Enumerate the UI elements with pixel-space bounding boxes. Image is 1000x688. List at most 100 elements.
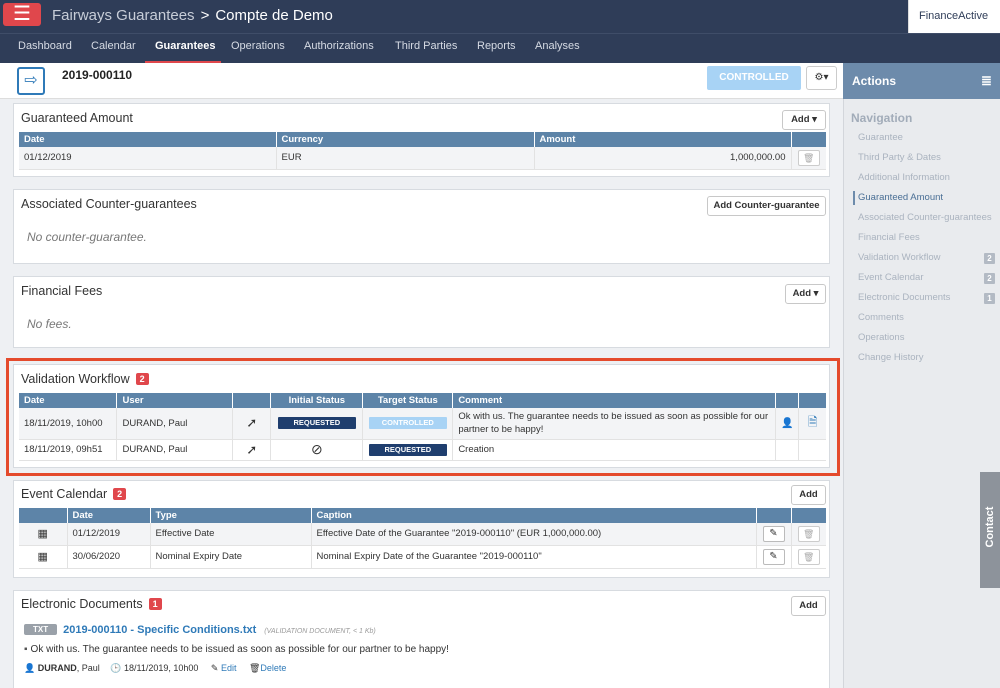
financial-fees-title: Financial Fees: [21, 284, 103, 298]
add-counter-guarantee-button[interactable]: Add Counter-guarantee: [707, 196, 826, 216]
financeactive-logo[interactable]: FinanceActive: [908, 0, 1000, 33]
sidebar-item-guarantee[interactable]: Guarantee: [858, 132, 903, 143]
sidebar-count-badge: 1: [984, 293, 995, 304]
add-document-button[interactable]: Add: [791, 596, 826, 616]
col-caption: Caption: [311, 508, 757, 523]
col-date: Date: [19, 132, 277, 147]
amount-date: 01/12/2019: [19, 147, 277, 170]
event-date: 01/12/2019: [67, 523, 151, 546]
trash-icon[interactable]: 🗑: [797, 525, 820, 542]
account-name[interactable]: Compte de Demo: [215, 7, 333, 24]
nav-active-indicator: [853, 191, 855, 205]
nav-third-parties[interactable]: Third Parties: [395, 40, 457, 52]
sidebar-item-counter-guarantees[interactable]: Associated Counter-guarantees: [858, 212, 992, 223]
nav-authorizations[interactable]: Authorizations: [304, 40, 374, 52]
document-meta: (VALIDATION DOCUMENT, < 1 Kb): [264, 628, 376, 635]
counter-guarantees-panel: Associated Counter-guarantees Add Counte…: [13, 189, 830, 264]
highlight-box: [6, 358, 840, 476]
nav-analyses[interactable]: Analyses: [535, 40, 580, 52]
hamburger-menu-button[interactable]: ☰: [3, 3, 41, 26]
col-type: Type: [150, 508, 312, 523]
edit-icon[interactable]: ✎: [762, 548, 785, 565]
workflow-tools-button[interactable]: ⚙▾: [806, 66, 837, 90]
event-calendar-title: Event Calendar 2: [21, 487, 127, 501]
event-calendar-label: Event Calendar: [21, 487, 108, 501]
sidebar-item-change-history[interactable]: Change History: [858, 352, 923, 363]
event-calendar-table: Date Type Caption ▦ 01/12/2019 Effective…: [19, 508, 826, 569]
calendar-icon: ▦: [19, 523, 68, 546]
sidebar-item-additional-information[interactable]: Additional Information: [858, 172, 950, 183]
add-event-button[interactable]: Add: [791, 485, 826, 505]
nav-calendar[interactable]: Calendar: [91, 40, 136, 52]
col-amount: Amount: [534, 132, 792, 147]
app-name[interactable]: Fairways Guarantees: [52, 7, 195, 24]
financial-fees-panel: Financial Fees Add ▾ No fees.: [13, 276, 830, 348]
list-menu-icon[interactable]: ≣: [981, 73, 992, 89]
event-calendar-panel: Event Calendar 2 Add Date Type Caption ▦ …: [13, 480, 830, 578]
actions-header: Actions ≣: [843, 63, 1000, 99]
electronic-documents-title: Electronic Documents 1: [21, 597, 162, 611]
user-icon: 👤: [24, 663, 38, 673]
export-record-icon[interactable]: ⇨: [17, 67, 45, 95]
sidebar-item-operations[interactable]: Operations: [858, 332, 904, 343]
event-type: Nominal Expiry Date: [150, 545, 312, 569]
document-author-first: , Paul: [76, 663, 100, 673]
edit-icon[interactable]: ✎: [762, 525, 785, 542]
document-author: DURAND: [37, 663, 77, 673]
sidebar-item-guaranteed-amount[interactable]: Guaranteed Amount: [858, 192, 943, 203]
no-counter-guarantee-text: No counter-guarantee.: [27, 230, 147, 244]
navigation-title: Navigation: [851, 111, 913, 125]
file-type-badge: TXT: [24, 624, 58, 635]
amount-value: 1,000,000.00: [534, 147, 792, 170]
trash-icon: 🗑: [248, 663, 261, 673]
event-caption: Effective Date of the Guarantee "2019-00…: [311, 523, 757, 546]
document-footer-row: 👤 DURAND, Paul 🕒 18/11/2019, 10h00 ✎ Edi…: [24, 663, 286, 674]
no-fees-text: No fees.: [27, 317, 72, 331]
document-link[interactable]: 2019-000110 - Specific Conditions.txt: [63, 624, 256, 636]
guaranteed-amount-title: Guaranteed Amount: [21, 111, 133, 125]
guaranteed-amount-panel: Guaranteed Amount Add ▾ Date Currency Am…: [13, 103, 830, 177]
record-status-badge: CONTROLLED: [707, 66, 801, 90]
sidebar-item-financial-fees[interactable]: Financial Fees: [858, 232, 920, 243]
nav-operations[interactable]: Operations: [231, 40, 285, 52]
nav-guarantees[interactable]: Guarantees: [155, 40, 216, 52]
document-edit-link[interactable]: Edit: [221, 663, 237, 673]
contact-label: Contact: [984, 506, 996, 548]
trash-icon[interactable]: 🗑: [797, 548, 820, 565]
clock-icon: 🕒: [110, 663, 124, 673]
sidebar-count-badge: 2: [984, 273, 995, 284]
nav-reports[interactable]: Reports: [477, 40, 516, 52]
sidebar-item-validation-workflow[interactable]: Validation Workflow: [858, 252, 941, 263]
electronic-documents-label: Electronic Documents: [21, 597, 143, 611]
add-fee-button[interactable]: Add ▾: [785, 284, 826, 304]
document-comment-row: ▪ Ok with us. The guarantee needs to be i…: [24, 644, 449, 655]
contact-tab[interactable]: Contact: [980, 472, 1000, 588]
amount-currency: EUR: [276, 147, 535, 170]
col-currency: Currency: [276, 132, 535, 147]
event-type: Effective Date: [150, 523, 312, 546]
comment-icon: ▪: [24, 644, 28, 655]
document-delete-link[interactable]: Delete: [260, 663, 286, 673]
sidebar-item-third-party-dates[interactable]: Third Party & Dates: [858, 152, 941, 163]
document-title-row: TXT 2019-000110 - Specific Conditions.txt…: [24, 624, 376, 636]
electronic-documents-count: 1: [148, 598, 162, 610]
record-id: 2019-000110: [62, 68, 133, 82]
counter-guarantees-title: Associated Counter-guarantees: [21, 197, 197, 211]
guaranteed-amount-table: Date Currency Amount 01/12/2019 EUR 1,00…: [19, 132, 826, 170]
document-comment: Ok with us. The guarantee needs to be is…: [30, 644, 449, 655]
event-calendar-count: 2: [113, 488, 127, 500]
document-date: 18/11/2019, 10h00: [123, 663, 199, 673]
sidebar-item-comments[interactable]: Comments: [858, 312, 904, 323]
breadcrumb-separator-icon: >: [200, 7, 210, 24]
trash-icon[interactable]: 🗑: [797, 149, 820, 166]
event-caption: Nominal Expiry Date of the Guarantee "20…: [311, 545, 757, 569]
actions-title: Actions: [852, 74, 897, 88]
add-amount-button[interactable]: Add ▾: [782, 110, 826, 130]
nav-dashboard[interactable]: Dashboard: [18, 40, 72, 52]
table-row: ▦ 30/06/2020 Nominal Expiry Date Nominal…: [19, 545, 826, 569]
sidebar-item-event-calendar[interactable]: Event Calendar: [858, 272, 923, 283]
sidebar-item-electronic-documents[interactable]: Electronic Documents: [858, 292, 950, 303]
event-date: 30/06/2020: [67, 545, 151, 569]
col-date: Date: [67, 508, 151, 523]
breadcrumb: Fairways Guarantees > Compte de Demo: [52, 7, 333, 24]
